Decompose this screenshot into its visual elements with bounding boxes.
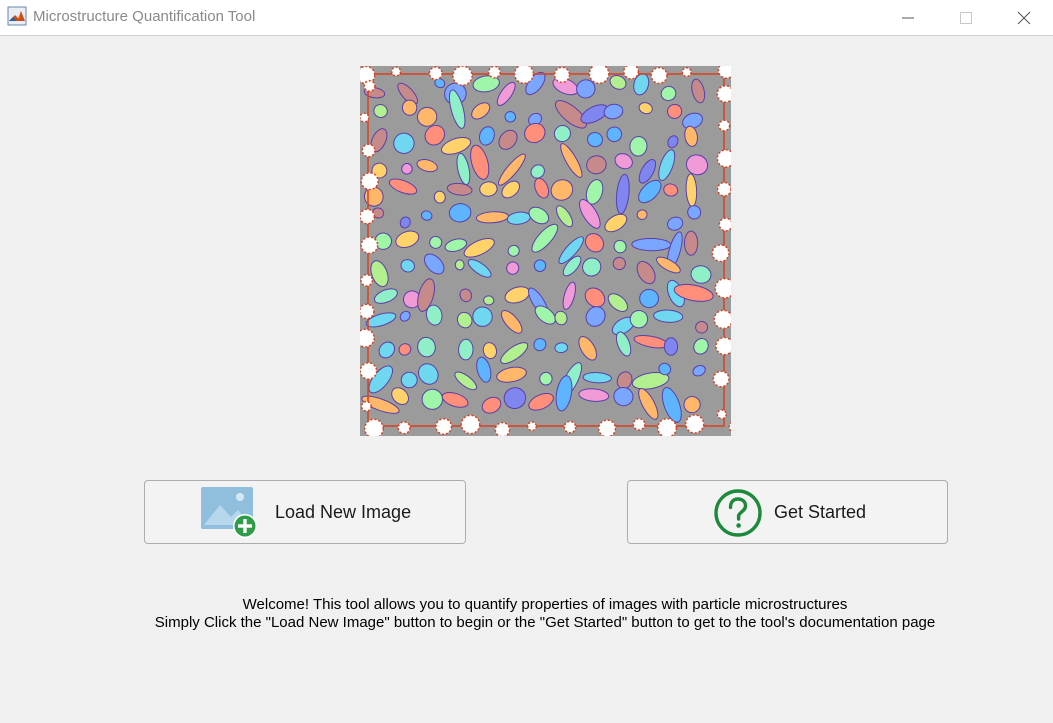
close-icon [1017, 11, 1031, 24]
edge-particle [360, 208, 376, 225]
particle [663, 337, 679, 356]
particle [401, 163, 413, 175]
particle [639, 288, 659, 309]
particle [458, 338, 474, 361]
app-window: Microstructure Quantification Tool Load … [0, 0, 1053, 723]
edge-particle [360, 172, 379, 191]
edge-particle [716, 409, 727, 420]
edge-particle [684, 414, 705, 434]
maximize-button[interactable] [937, 0, 995, 35]
edge-particle [712, 370, 730, 388]
add-image-icon [201, 487, 257, 538]
particle [483, 295, 495, 306]
edge-particle [716, 181, 731, 197]
particle [684, 230, 699, 256]
edge-particle [360, 112, 370, 123]
edge-particle [711, 244, 730, 263]
matlab-icon [7, 6, 27, 26]
load-new-image-label: Load New Image [275, 502, 412, 522]
particle [612, 256, 626, 271]
particle [472, 306, 493, 327]
edge-particle [597, 419, 617, 436]
welcome-line-1: Welcome! This tool allows you to quantif… [242, 596, 848, 613]
edge-particle [718, 119, 731, 132]
window-title: Microstructure Quantification Tool [33, 8, 256, 25]
welcome-message: Welcome! This tool allows you to quantif… [0, 596, 1053, 632]
edge-particle [650, 66, 668, 85]
edge-particle [361, 143, 376, 158]
segmented-particle-image [360, 66, 731, 436]
load-new-image-button[interactable]: Load New Image [144, 480, 466, 544]
minimize-icon [902, 17, 914, 18]
title-bar[interactable]: Microstructure Quantification Tool [0, 0, 1053, 36]
get-started-button[interactable]: Get Started [627, 480, 948, 544]
edge-particle [360, 303, 375, 320]
edge-particle [428, 66, 443, 81]
edge-particle [460, 414, 481, 435]
edge-particle [623, 66, 640, 80]
particle [631, 237, 672, 252]
edge-particle [435, 417, 453, 436]
edge-particle [397, 421, 411, 435]
particle [539, 371, 553, 386]
edge-particle [716, 149, 731, 168]
particle [421, 388, 443, 410]
edge-particle [390, 66, 402, 77]
edge-particle [632, 417, 646, 431]
edge-particle [681, 66, 692, 78]
minimize-button[interactable] [879, 0, 937, 35]
edge-particle [553, 66, 571, 84]
close-button[interactable] [995, 0, 1053, 35]
particle [683, 396, 701, 414]
edge-particle [452, 66, 473, 87]
edge-particle [563, 420, 577, 434]
maximize-icon [960, 11, 972, 24]
help-circle-icon [714, 489, 762, 537]
edge-particle [363, 79, 376, 93]
edge-particle [526, 421, 538, 432]
get-started-label: Get Started [774, 502, 867, 522]
particle [400, 371, 418, 389]
edge-particle [360, 362, 378, 380]
edge-particle [715, 336, 731, 356]
edge-particle [487, 66, 501, 79]
edge-particle [360, 236, 379, 255]
welcome-line-2: Simply Click the "Load New Image" button… [154, 614, 936, 631]
edge-particle [360, 400, 372, 412]
edge-particle [360, 273, 374, 287]
particle [454, 259, 465, 271]
